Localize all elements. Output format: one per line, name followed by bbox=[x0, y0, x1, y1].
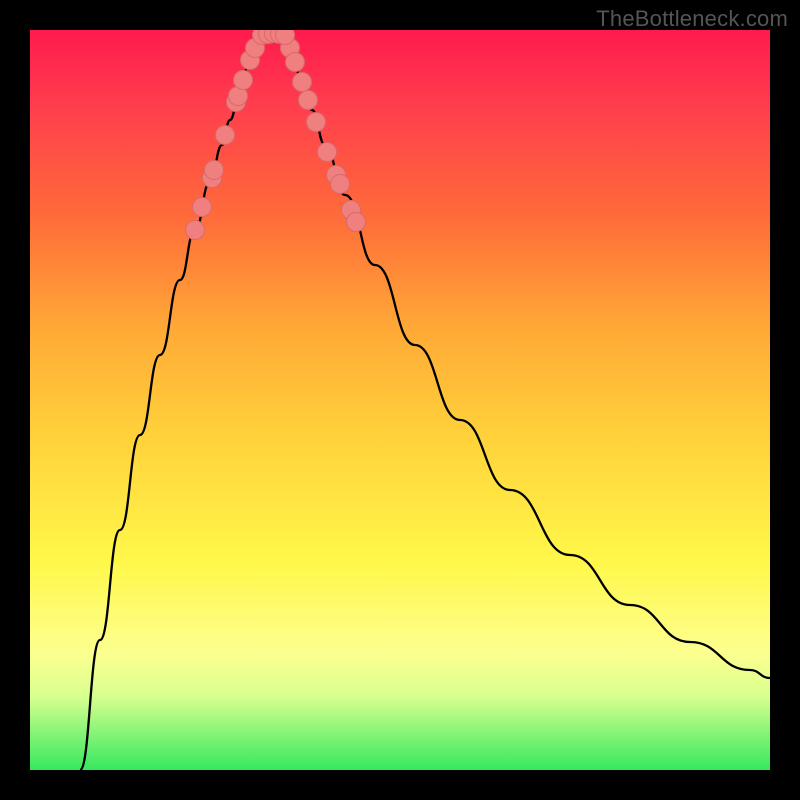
data-dot-right bbox=[331, 175, 350, 194]
data-dot-right bbox=[293, 73, 312, 92]
data-dot-right bbox=[307, 113, 326, 132]
data-dot-right bbox=[347, 213, 366, 232]
data-dot-left bbox=[234, 71, 253, 90]
data-dot-floor bbox=[276, 30, 295, 45]
dot-group bbox=[186, 30, 366, 240]
data-dot-right bbox=[286, 53, 305, 72]
chart-frame: TheBottleneck.com bbox=[0, 0, 800, 800]
data-dot-left bbox=[193, 198, 212, 217]
data-dot-left bbox=[216, 126, 235, 145]
plot-area bbox=[30, 30, 770, 770]
curve-left-curve bbox=[80, 35, 260, 770]
curve-right-curve bbox=[285, 35, 770, 678]
curve-group bbox=[80, 32, 770, 770]
data-dot-right bbox=[299, 91, 318, 110]
data-dot-left bbox=[205, 161, 224, 180]
data-dot-right bbox=[318, 143, 337, 162]
chart-svg bbox=[30, 30, 770, 770]
watermark-text: TheBottleneck.com bbox=[596, 6, 788, 32]
data-dot-left bbox=[186, 221, 205, 240]
